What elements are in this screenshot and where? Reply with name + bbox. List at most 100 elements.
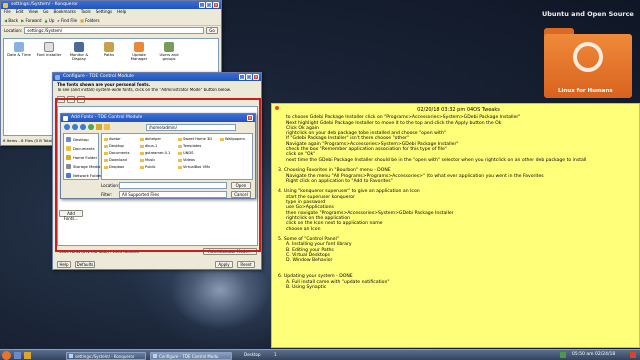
font-installer-item[interactable]: Font Installer bbox=[36, 42, 62, 57]
back-icon[interactable] bbox=[64, 124, 70, 130]
apply-button[interactable]: Apply bbox=[215, 261, 233, 268]
window-title: Add Fonts - TDE Control Module bbox=[71, 115, 143, 120]
folder-icon bbox=[104, 137, 108, 141]
add-fonts-titlebar[interactable]: Add Fonts - TDE Control Module × bbox=[61, 114, 255, 122]
location-input[interactable]: settings:/System/ bbox=[24, 27, 205, 34]
minimize-button[interactable]: _ bbox=[239, 74, 245, 80]
file-item[interactable]: Desktop bbox=[104, 144, 124, 148]
open-button[interactable]: Open bbox=[231, 182, 251, 189]
place-network[interactable]: Network Folders bbox=[65, 171, 104, 180]
cancel-button[interactable]: Cancel bbox=[231, 191, 251, 198]
menu-view[interactable]: View bbox=[28, 9, 38, 14]
sticky-note[interactable]: 02/20/18 03:32 pm 04OS Tweaks to choose … bbox=[271, 103, 640, 348]
file-label: Avatar bbox=[109, 137, 121, 141]
desktop-label[interactable]: Desktop bbox=[244, 352, 261, 357]
note-body: to choose Gdebi Package Installer click … bbox=[278, 115, 639, 290]
file-label: VirtualBox VMs bbox=[183, 165, 210, 169]
users-groups-item[interactable]: Users and groups bbox=[156, 42, 182, 61]
menu-help[interactable]: Help bbox=[117, 9, 126, 14]
menu-edit[interactable]: Edit bbox=[16, 9, 24, 14]
file-item[interactable]: UNDS bbox=[178, 151, 193, 155]
location-input[interactable] bbox=[119, 182, 227, 189]
close-button[interactable]: × bbox=[253, 74, 259, 80]
paths-item[interactable]: Paths bbox=[96, 42, 122, 57]
place-storage[interactable]: Storage Media bbox=[65, 162, 100, 171]
home-icon[interactable] bbox=[96, 124, 102, 130]
maximize-button[interactable]: □ bbox=[246, 74, 252, 80]
file-item[interactable]: Avatar bbox=[104, 137, 121, 141]
quicklaunch-icon[interactable] bbox=[14, 352, 21, 359]
forward-icon[interactable] bbox=[72, 124, 78, 130]
menu-settings[interactable]: Settings bbox=[96, 9, 112, 14]
place-label: Documents bbox=[73, 146, 95, 151]
file-item[interactable]: Download bbox=[104, 158, 127, 162]
file-item[interactable]: Templates bbox=[178, 144, 201, 148]
maximize-button[interactable]: □ bbox=[206, 2, 212, 8]
find-file-button[interactable]: ⌕ Find File bbox=[57, 18, 77, 23]
folders-button[interactable]: ■ Folders bbox=[80, 18, 100, 23]
file-item[interactable]: Sweet Home 3D bbox=[178, 137, 212, 141]
note-close-icon[interactable] bbox=[275, 106, 279, 110]
defaults-button[interactable]: Defaults bbox=[75, 261, 95, 268]
menu-tools[interactable]: Tools bbox=[81, 9, 91, 14]
file-item[interactable]: Dropbox bbox=[104, 165, 124, 169]
menu-file[interactable]: File bbox=[4, 9, 11, 14]
folder-icon: ■ bbox=[80, 17, 84, 23]
file-label: Documents bbox=[109, 151, 130, 155]
file-item[interactable]: Wallpapers bbox=[220, 137, 245, 141]
reset-button[interactable]: Reset bbox=[237, 261, 255, 268]
window-title: settings:/System/ - Konqueror bbox=[11, 2, 78, 7]
date-time-item[interactable]: Date & Time bbox=[6, 42, 32, 57]
reload-icon[interactable] bbox=[88, 124, 94, 130]
place-desktop[interactable]: Desktop bbox=[65, 135, 98, 144]
filter-select[interactable]: All Supported Files bbox=[119, 191, 227, 198]
location-label: Location: bbox=[4, 28, 23, 33]
close-button[interactable]: × bbox=[213, 2, 219, 8]
place-home[interactable]: Home Folder bbox=[65, 153, 98, 162]
file-item[interactable]: VirtualBox VMs bbox=[178, 165, 210, 169]
file-item[interactable]: Documents bbox=[104, 151, 130, 155]
file-item[interactable]: Videos bbox=[178, 158, 195, 162]
file-item[interactable]: Music bbox=[140, 158, 155, 162]
file-item[interactable]: dbhelper bbox=[140, 137, 161, 141]
task-file-manager[interactable]: settings:/System/ - Konqueror bbox=[66, 351, 146, 360]
home-folder-icon bbox=[66, 155, 71, 160]
menu-bookmarks[interactable]: Bookmarks bbox=[54, 9, 76, 14]
up-icon[interactable] bbox=[80, 124, 86, 130]
brand-title: Ubuntu and Open Source bbox=[542, 10, 634, 18]
go-button[interactable]: Go bbox=[206, 27, 218, 34]
folder-icon bbox=[104, 144, 108, 148]
path-combo[interactable]: /home/admin/ bbox=[146, 123, 236, 131]
file-manager-titlebar[interactable]: settings:/System/ - Konqueror _ □ × bbox=[1, 1, 221, 9]
tray-icon[interactable] bbox=[560, 352, 566, 358]
new-folder-icon[interactable] bbox=[104, 124, 110, 130]
folder-icon bbox=[104, 151, 108, 155]
clock[interactable]: 05:50 am 02/24/18 bbox=[572, 352, 615, 357]
place-documents[interactable]: Documents bbox=[65, 144, 98, 153]
tray-icon[interactable] bbox=[630, 352, 636, 358]
task-control-module[interactable]: Configure - TDE Control Modu bbox=[150, 351, 232, 360]
forward-button[interactable]: ▶ Forward bbox=[21, 18, 41, 23]
back-button[interactable]: ◀ Back bbox=[4, 18, 18, 23]
up-button[interactable]: ▲ Up bbox=[45, 18, 55, 23]
users-icon bbox=[164, 42, 174, 52]
update-manager-item[interactable]: Update Manager bbox=[126, 42, 152, 61]
monitor-display-item[interactable]: Monitor & Display bbox=[66, 42, 92, 61]
taskbar: settings:/System/ - Konqueror Configure … bbox=[0, 349, 640, 360]
update-icon bbox=[134, 42, 144, 52]
close-button[interactable]: × bbox=[247, 115, 253, 121]
help-button[interactable]: Help bbox=[57, 261, 71, 268]
desktop-number[interactable]: 1 bbox=[274, 352, 277, 357]
control-module-titlebar[interactable]: Configure - TDE Control Module _ □ × bbox=[53, 73, 261, 81]
start-button[interactable] bbox=[2, 351, 11, 360]
menu-go[interactable]: Go bbox=[43, 9, 49, 14]
quicklaunch-icon[interactable] bbox=[24, 352, 31, 359]
file-item[interactable]: dbus-1 bbox=[140, 144, 157, 148]
place-label: Network Folders bbox=[73, 173, 104, 178]
file-item[interactable]: Public bbox=[140, 165, 156, 169]
header-text: To see (and install) system-wide fonts, … bbox=[57, 87, 231, 92]
file-item[interactable]: gstreamer-0.1 bbox=[140, 151, 170, 155]
documents-icon bbox=[66, 146, 71, 151]
file-label: Sweet Home 3D bbox=[183, 137, 213, 141]
minimize-button[interactable]: _ bbox=[199, 2, 205, 8]
